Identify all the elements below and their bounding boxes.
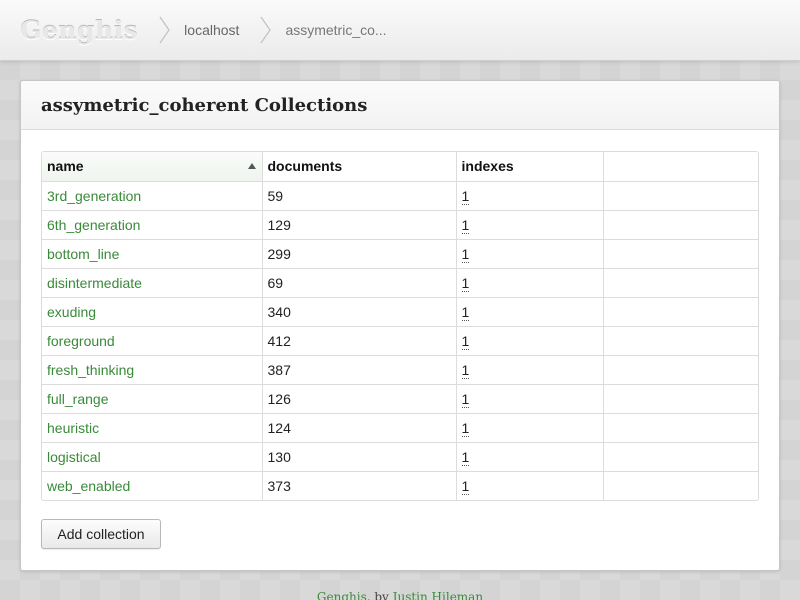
- collections-table: name documents indexes 3rd_generation 59 1…: [41, 151, 759, 501]
- app-logo[interactable]: Genghis: [20, 16, 138, 45]
- cell-actions: [603, 268, 758, 298]
- collection-link[interactable]: fresh_thinking: [47, 362, 134, 378]
- breadcrumb-separator-icon: [259, 15, 273, 45]
- cell-documents: 373: [262, 471, 457, 500]
- breadcrumb-server[interactable]: localhost: [184, 22, 239, 38]
- footer: Genghis, by Justin Hileman: [0, 590, 800, 600]
- table-row: disintermediate 69 1: [42, 268, 758, 298]
- table-row: full_range 126 1: [42, 384, 758, 414]
- table-row: exuding 340 1: [42, 297, 758, 327]
- breadcrumb-separator-icon: [158, 15, 172, 45]
- column-header-actions: [603, 152, 758, 182]
- cell-indexes: 1: [456, 355, 604, 385]
- cell-indexes: 1: [456, 297, 604, 327]
- column-header-indexes[interactable]: indexes: [456, 152, 604, 182]
- cell-documents: 59: [262, 181, 457, 211]
- indexes-count[interactable]: 1: [461, 274, 470, 292]
- cell-name: bottom_line: [42, 239, 263, 269]
- top-bar: Genghis localhost assymetric_co...: [0, 0, 800, 61]
- cell-actions: [603, 210, 758, 240]
- collection-link[interactable]: 6th_generation: [47, 217, 140, 233]
- cell-actions: [603, 326, 758, 356]
- breadcrumb-database: assymetric_co...: [285, 22, 387, 38]
- cell-name: full_range: [42, 384, 263, 414]
- cell-documents: 69: [262, 268, 457, 298]
- table-row: 3rd_generation 59 1: [42, 181, 758, 211]
- collection-link[interactable]: logistical: [47, 449, 101, 465]
- cell-name: web_enabled: [42, 471, 263, 500]
- add-collection-button[interactable]: Add collection: [41, 519, 161, 549]
- cell-documents: 412: [262, 326, 457, 356]
- cell-indexes: 1: [456, 239, 604, 269]
- collection-link[interactable]: disintermediate: [47, 275, 142, 291]
- cell-actions: [603, 384, 758, 414]
- footer-by-text: , by: [366, 590, 393, 600]
- cell-actions: [603, 297, 758, 327]
- table-row: 6th_generation 129 1: [42, 210, 758, 240]
- indexes-count[interactable]: 1: [461, 448, 470, 466]
- cell-actions: [603, 181, 758, 211]
- indexes-count[interactable]: 1: [461, 216, 470, 234]
- cell-documents: 340: [262, 297, 457, 327]
- cell-indexes: 1: [456, 268, 604, 298]
- cell-indexes: 1: [456, 181, 604, 211]
- page-title: assymetric_coherent Collections: [41, 94, 368, 116]
- cell-indexes: 1: [456, 326, 604, 356]
- collection-link[interactable]: 3rd_generation: [47, 188, 141, 204]
- cell-indexes: 1: [456, 471, 604, 500]
- cell-indexes: 1: [456, 210, 604, 240]
- indexes-count[interactable]: 1: [461, 303, 470, 321]
- table-row: web_enabled 373 1: [42, 471, 758, 500]
- cell-actions: [603, 355, 758, 385]
- table-row: foreground 412 1: [42, 326, 758, 356]
- cell-documents: 124: [262, 413, 457, 443]
- footer-app-link[interactable]: Genghis: [317, 590, 367, 600]
- cell-name: disintermediate: [42, 268, 263, 298]
- footer-author-link[interactable]: Justin Hileman: [393, 590, 483, 600]
- indexes-count[interactable]: 1: [461, 361, 470, 379]
- collections-panel: assymetric_coherent Collections name doc…: [20, 80, 780, 571]
- collection-link[interactable]: foreground: [47, 333, 115, 349]
- indexes-count[interactable]: 1: [461, 245, 470, 263]
- indexes-count[interactable]: 1: [461, 390, 470, 408]
- cell-indexes: 1: [456, 384, 604, 414]
- cell-actions: [603, 442, 758, 472]
- cell-name: heuristic: [42, 413, 263, 443]
- table-header-row: name documents indexes: [42, 152, 758, 182]
- column-header-name[interactable]: name: [42, 152, 263, 182]
- collection-link[interactable]: full_range: [47, 391, 109, 407]
- cell-indexes: 1: [456, 442, 604, 472]
- collection-link[interactable]: web_enabled: [47, 478, 130, 494]
- sort-up-icon: [247, 163, 256, 169]
- table-row: heuristic 124 1: [42, 413, 758, 443]
- table-row: logistical 130 1: [42, 442, 758, 472]
- cell-name: 3rd_generation: [42, 181, 263, 211]
- indexes-count[interactable]: 1: [461, 419, 470, 437]
- cell-actions: [603, 239, 758, 269]
- cell-documents: 299: [262, 239, 457, 269]
- cell-documents: 130: [262, 442, 457, 472]
- cell-name: foreground: [42, 326, 263, 356]
- cell-documents: 126: [262, 384, 457, 414]
- cell-indexes: 1: [456, 413, 604, 443]
- collection-link[interactable]: exuding: [47, 304, 96, 320]
- cell-documents: 129: [262, 210, 457, 240]
- table-row: bottom_line 299 1: [42, 239, 758, 269]
- table-row: fresh_thinking 387 1: [42, 355, 758, 385]
- cell-name: logistical: [42, 442, 263, 472]
- column-header-documents[interactable]: documents: [262, 152, 457, 182]
- panel-header: assymetric_coherent Collections: [21, 81, 779, 130]
- cell-documents: 387: [262, 355, 457, 385]
- cell-actions: [603, 413, 758, 443]
- cell-name: exuding: [42, 297, 263, 327]
- indexes-count[interactable]: 1: [461, 187, 470, 205]
- indexes-count[interactable]: 1: [461, 332, 470, 350]
- collection-link[interactable]: heuristic: [47, 420, 99, 436]
- cell-actions: [603, 471, 758, 500]
- column-header-label: name: [47, 158, 84, 175]
- cell-name: 6th_generation: [42, 210, 263, 240]
- cell-name: fresh_thinking: [42, 355, 263, 385]
- collection-link[interactable]: bottom_line: [47, 246, 119, 262]
- indexes-count[interactable]: 1: [461, 477, 470, 495]
